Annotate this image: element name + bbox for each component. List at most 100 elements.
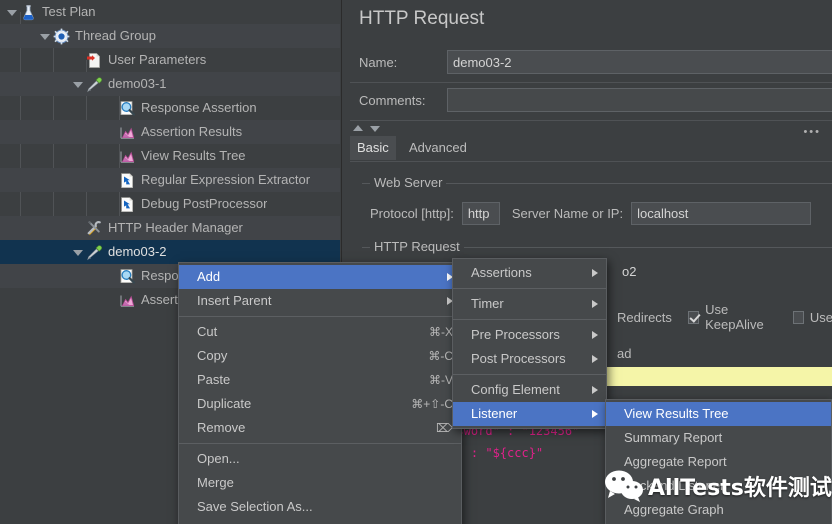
tree-row[interactable]: Test Plan: [0, 0, 340, 24]
tree-row[interactable]: Response Assertion: [0, 96, 340, 120]
menu-item[interactable]: Duplicate ⌘+⇧-C: [179, 392, 461, 416]
keepalive-checkbox[interactable]: [687, 310, 700, 324]
tree-row-label: Assertion Results: [141, 124, 243, 139]
menu-item[interactable]: Timer: [453, 292, 606, 316]
menu-item[interactable]: Insert Parent: [179, 289, 461, 313]
menu-item[interactable]: Copy ⌘-C: [179, 344, 461, 368]
menu-item-label: Remove: [197, 420, 246, 435]
tree-row-label: Test Plan: [42, 4, 96, 19]
path-field-row: o2: [622, 264, 636, 279]
web-server-group: Web Server Protocol [http]: Server Name …: [362, 175, 832, 230]
use-multipart-checkbox[interactable]: [792, 310, 804, 324]
menu-item-label: Assertions: [471, 265, 532, 280]
tree-row[interactable]: HTTP Header Manager: [0, 216, 340, 240]
menu-item[interactable]: Pre Processors: [453, 323, 606, 347]
menu-item-label: Post Processors: [471, 351, 566, 366]
chevron-down-icon[interactable]: [6, 6, 18, 18]
listener-icon: [120, 151, 135, 163]
menu-item-label: Listener: [471, 406, 518, 421]
add-submenu[interactable]: Assertions Timer Pre Processors Post Proces…: [452, 258, 607, 429]
server-label: Server Name or IP:: [511, 206, 624, 221]
submenu-arrow-icon: [592, 410, 598, 418]
panel-scroll-indicators[interactable]: •••: [350, 122, 832, 138]
menu-item[interactable]: View Results Tree: [606, 402, 831, 426]
header-manager-icon: [87, 220, 101, 235]
post-processor-icon: [121, 172, 133, 188]
tab-basic[interactable]: Basic: [350, 136, 396, 160]
server-input[interactable]: [631, 202, 812, 225]
menu-separator: [179, 316, 461, 317]
menu-item[interactable]: Save Selection As...: [179, 495, 461, 519]
body-data-header-strip: [604, 367, 832, 386]
path-value[interactable]: o2: [622, 264, 636, 279]
menu-item[interactable]: Paste ⌘-V: [179, 368, 461, 392]
response-assertion-icon: [120, 100, 136, 116]
menu-item[interactable]: Post Processors: [453, 347, 606, 371]
menu-item[interactable]: Add: [179, 265, 461, 289]
menu-item[interactable]: Summary Report: [606, 426, 831, 450]
menu-separator: [453, 374, 606, 375]
menu-item-label: Summary Report: [624, 430, 723, 445]
menu-item[interactable]: Config Element: [453, 378, 606, 402]
test-plan-icon: [23, 4, 34, 20]
page-title: HTTP Request: [359, 8, 485, 29]
protocol-input[interactable]: [461, 202, 500, 225]
chevron-down-icon[interactable]: [39, 30, 51, 42]
menu-separator: [453, 288, 606, 289]
menu-item[interactable]: Remove ⌦: [179, 416, 461, 440]
tree-row[interactable]: Thread Group: [0, 24, 340, 48]
tree-row[interactable]: View Results Tree: [0, 144, 340, 168]
menu-item-label: Duplicate: [197, 396, 252, 411]
tab-advanced[interactable]: Advanced: [402, 136, 474, 160]
tree-row[interactable]: Assertion Results: [0, 120, 340, 144]
comments-label: Comments:: [359, 92, 426, 108]
menu-item-label: Backend Listener: [624, 478, 725, 493]
use-label: Use: [809, 309, 832, 325]
tree-row[interactable]: Regular Expression Extractor: [0, 168, 340, 192]
menu-item-shortcut: ⌘-C: [428, 349, 453, 363]
http-request-icon: [87, 244, 102, 260]
user-parameters-icon: [87, 52, 100, 68]
tab-bar[interactable]: Basic Advanced: [350, 136, 832, 162]
menu-item-label: Open...: [197, 451, 240, 466]
menu-item-shortcut: ⌘-V: [429, 373, 453, 387]
menu-item[interactable]: Aggregate Report: [606, 450, 831, 474]
menu-item[interactable]: Cut ⌘-X: [179, 320, 461, 344]
tree-row[interactable]: User Parameters: [0, 48, 340, 72]
menu-item[interactable]: Aggregate Graph: [606, 498, 831, 522]
body-data-code[interactable]: assword" : "123456" cc" : "${ccc}": [442, 424, 602, 470]
scroll-up-icon[interactable]: [353, 125, 363, 131]
tree-row[interactable]: demo03-2: [0, 240, 340, 264]
listener-icon: [119, 292, 136, 309]
name-label: Name:: [359, 54, 398, 70]
tree-context-menu[interactable]: Add Insert Parent Cut ⌘-X Copy ⌘-C Paste ⌘-V Dup…: [178, 262, 462, 524]
tree-row-label: Response Assertion: [141, 100, 257, 115]
post-processor-icon: [119, 172, 136, 189]
comments-input[interactable]: [447, 88, 832, 112]
tree-row[interactable]: demo03-1: [0, 72, 340, 96]
tree-row-label: demo03-1: [108, 76, 167, 91]
menu-item[interactable]: Listener: [453, 402, 606, 426]
listener-submenu[interactable]: View Results Tree Summary Report Aggregate…: [605, 399, 832, 524]
menu-item[interactable]: Assertions: [453, 261, 606, 285]
comments-row: Comments:: [359, 88, 832, 112]
name-input[interactable]: [447, 50, 832, 74]
menu-item[interactable]: Backend Listener: [606, 474, 831, 498]
protocol-row: Protocol [http]: Server Name or IP:: [370, 202, 812, 225]
keepalive-label: Use KeepAlive: [705, 302, 764, 332]
menu-item[interactable]: Save as Test Fragment: [179, 519, 461, 524]
scroll-down-icon[interactable]: [370, 126, 380, 132]
menu-item[interactable]: Open...: [179, 447, 461, 471]
menu-item-label: Insert Parent: [197, 293, 272, 308]
body-data-label: ad: [617, 346, 632, 361]
chevron-down-icon[interactable]: [72, 78, 84, 90]
listener-icon: [120, 295, 135, 307]
menu-item[interactable]: Merge: [179, 471, 461, 495]
chevron-down-icon[interactable]: [72, 246, 84, 258]
listener-icon: [119, 124, 136, 141]
tree-row[interactable]: Debug PostProcessor: [0, 192, 340, 216]
